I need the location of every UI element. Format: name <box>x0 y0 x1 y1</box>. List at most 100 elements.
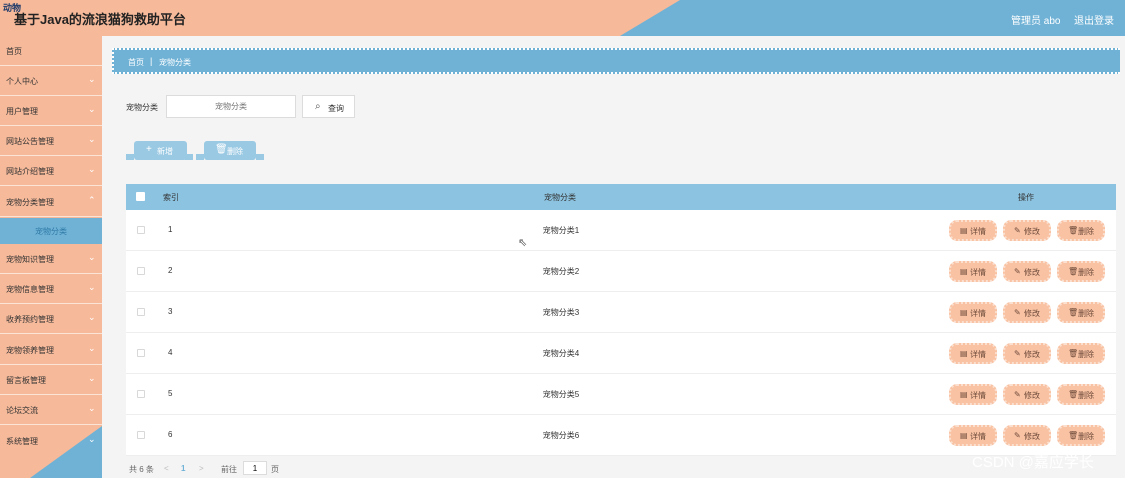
pager-next-button[interactable]: > <box>199 464 204 473</box>
sidebar-item-intro-management[interactable]: 网站介绍管理 ⌄ <box>0 156 102 186</box>
sidebar-item-user-management[interactable]: 用户管理 ⌄ <box>0 96 102 126</box>
delete-label: 删除 <box>1078 227 1094 236</box>
table-row: 5 宠物分类5 ▤ 详情 ✎ 修改 🗑 删除 <box>126 374 1116 415</box>
delete-label: 删除 <box>1078 350 1094 359</box>
sidebar-item-forum[interactable]: 论坛交流 ⌄ <box>0 395 102 425</box>
pager-current-page[interactable]: 1 <box>181 464 185 473</box>
select-all-checkbox[interactable] <box>136 192 145 201</box>
row-category: 宠物分类4 <box>542 349 580 358</box>
sidebar-item-pet-category-management[interactable]: 宠物分类管理 ⌃ <box>0 187 102 217</box>
chevron-down-icon: ⌄ <box>88 104 96 114</box>
edit-label: 修改 <box>1024 391 1040 400</box>
row-checkbox[interactable] <box>137 431 145 439</box>
detail-button[interactable]: ▤ 详情 <box>949 343 997 364</box>
row-checkbox[interactable] <box>137 308 145 316</box>
edit-button[interactable]: ✎ 修改 <box>1003 384 1051 405</box>
sidebar-item-message-board-management[interactable]: 留言板管理 ⌄ <box>0 365 102 395</box>
sidebar-item-label: 用户管理 <box>6 107 38 116</box>
search-label: 宠物分类 <box>126 103 158 112</box>
breadcrumb: 首页 | 宠物分类 <box>112 48 1120 74</box>
delete-label: 删除 <box>1078 268 1094 277</box>
pager-goto-label: 前往 <box>221 465 237 474</box>
breadcrumb-current: 宠物分类 <box>159 58 191 67</box>
sidebar-item-pet-knowledge-management[interactable]: 宠物知识管理 ⌄ <box>0 244 102 274</box>
batch-delete-button-label: 删除 <box>227 147 243 156</box>
table-row: 1 宠物分类1 ▤ 详情 ✎ 修改 🗑 删除 <box>126 210 1116 251</box>
detail-icon: ▤ <box>960 267 968 276</box>
row-category: 宠物分类6 <box>542 431 580 440</box>
sidebar-item-label: 收养预约管理 <box>6 315 54 324</box>
sidebar-item-label: 论坛交流 <box>6 406 38 415</box>
sidebar-item-pet-adoption-management[interactable]: 宠物领养管理 ⌄ <box>0 335 102 365</box>
pager-prev-button[interactable]: < <box>164 464 169 473</box>
edit-label: 修改 <box>1024 432 1040 441</box>
button-decoration <box>185 154 193 160</box>
edit-button[interactable]: ✎ 修改 <box>1003 343 1051 364</box>
breadcrumb-home[interactable]: 首页 <box>128 57 144 68</box>
detail-button[interactable]: ▤ 详情 <box>949 302 997 323</box>
chevron-down-icon: ⌄ <box>88 403 96 413</box>
sidebar-item-label: 宠物信息管理 <box>6 285 54 294</box>
sidebar-item-pet-info-management[interactable]: 宠物信息管理 ⌄ <box>0 274 102 304</box>
sidebar-item-personal-center[interactable]: 个人中心 ⌄ <box>0 66 102 96</box>
trash-icon: 🗑 <box>1068 431 1079 440</box>
top-header: 动物 基于Java的流浪猫狗救助平台 管理员 abo 退出登录 <box>0 0 1125 36</box>
delete-button[interactable]: 🗑 删除 <box>1057 220 1105 241</box>
edit-button[interactable]: ✎ 修改 <box>1003 302 1051 323</box>
pager-unit-label: 页 <box>271 465 279 474</box>
button-decoration <box>126 154 134 160</box>
edit-button[interactable]: ✎ 修改 <box>1003 220 1051 241</box>
edit-label: 修改 <box>1024 350 1040 359</box>
row-category: 宠物分类1 <box>542 226 580 235</box>
sidebar-item-system-management[interactable]: 系统管理 ⌄ <box>0 426 102 456</box>
detail-label: 详情 <box>970 350 986 359</box>
delete-button[interactable]: 🗑 删除 <box>1057 425 1105 446</box>
delete-button[interactable]: 🗑 删除 <box>1057 261 1105 282</box>
row-checkbox[interactable] <box>137 226 145 234</box>
detail-label: 详情 <box>970 268 986 277</box>
detail-button[interactable]: ▤ 详情 <box>949 220 997 241</box>
search-input[interactable] <box>166 95 296 118</box>
table-row: 6 宠物分类6 ▤ 详情 ✎ 修改 🗑 删除 <box>126 415 1116 456</box>
header-index: 索引 <box>163 193 179 202</box>
batch-delete-button[interactable]: 🗑 删除 <box>204 141 256 160</box>
chevron-down-icon: ⌄ <box>88 312 96 322</box>
search-button[interactable]: ⌕ 查询 <box>302 95 355 118</box>
sidebar-item-label: 系统管理 <box>6 437 38 446</box>
row-checkbox[interactable] <box>137 349 145 357</box>
plus-icon: + <box>146 144 152 155</box>
sidebar-subitem-pet-category[interactable]: 宠物分类 <box>0 218 102 244</box>
delete-button[interactable]: 🗑 删除 <box>1057 384 1105 405</box>
sidebar-item-adoption-booking-management[interactable]: 收养预约管理 ⌄ <box>0 304 102 334</box>
delete-button[interactable]: 🗑 删除 <box>1057 302 1105 323</box>
add-button[interactable]: + 新增 <box>134 141 187 160</box>
pager-jump-input[interactable] <box>243 461 267 475</box>
sidebar-item-home[interactable]: 首页 <box>0 36 102 66</box>
search-button-label: 查询 <box>328 104 344 113</box>
row-index: 2 <box>168 266 173 275</box>
edit-button[interactable]: ✎ 修改 <box>1003 261 1051 282</box>
detail-button[interactable]: ▤ 详情 <box>949 384 997 405</box>
sidebar-item-notice-management[interactable]: 网站公告管理 ⌄ <box>0 126 102 156</box>
watermark: CSDN @嘉应学长 <box>972 454 1094 471</box>
chevron-down-icon: ⌄ <box>88 343 96 353</box>
row-category: 宠物分类3 <box>542 308 580 317</box>
trash-icon: 🗑 <box>1068 349 1079 358</box>
detail-label: 详情 <box>970 391 986 400</box>
delete-button[interactable]: 🗑 删除 <box>1057 343 1105 364</box>
row-index: 3 <box>168 307 173 316</box>
edit-button[interactable]: ✎ 修改 <box>1003 425 1051 446</box>
trash-icon: 🗑 <box>215 144 228 155</box>
row-checkbox[interactable] <box>137 267 145 275</box>
pencil-icon: ✎ <box>1014 390 1021 399</box>
admin-user[interactable]: 管理员 abo <box>1011 12 1060 27</box>
sidebar: 首页 个人中心 ⌄ 用户管理 ⌄ 网站公告管理 ⌄ 网站介绍管理 ⌄ 宠物分类管… <box>0 36 102 478</box>
row-checkbox[interactable] <box>137 390 145 398</box>
detail-button[interactable]: ▤ 详情 <box>949 261 997 282</box>
detail-button[interactable]: ▤ 详情 <box>949 425 997 446</box>
logout-link[interactable]: 退出登录 <box>1074 12 1114 27</box>
row-category: 宠物分类5 <box>542 390 580 399</box>
sidebar-item-label: 宠物领养管理 <box>6 346 54 355</box>
chevron-down-icon: ⌄ <box>88 134 96 144</box>
detail-label: 详情 <box>970 432 986 441</box>
